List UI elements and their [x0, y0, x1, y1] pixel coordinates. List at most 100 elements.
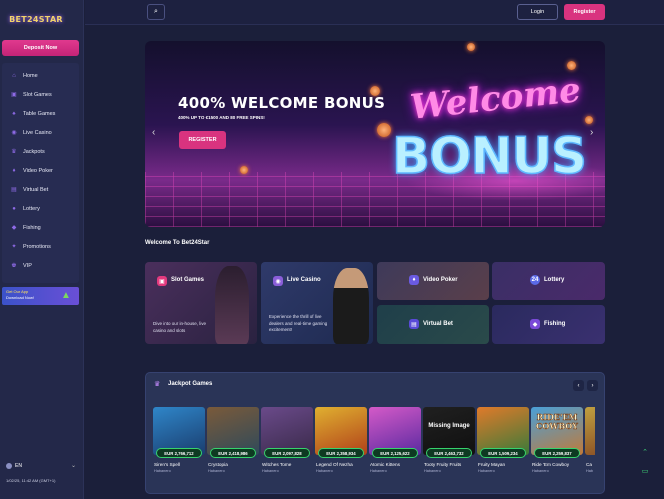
bonus-art-text: BONUS [391, 126, 588, 186]
dealer-art [333, 268, 369, 344]
coin-decoration [240, 166, 248, 174]
chevron-left-icon[interactable]: ‹ [573, 380, 584, 391]
sidebar-item-promotions[interactable]: ✦ Promotions [2, 237, 79, 256]
top-header: ⌕ Login Register [85, 0, 664, 25]
vip-icon: ♚ [11, 263, 17, 269]
hero-title: 400% WELCOME BONUS [178, 94, 386, 112]
language-selector[interactable]: EN ⌄ [6, 462, 76, 469]
chevron-right-icon[interactable]: › [587, 380, 598, 391]
jackpot-game-card[interactable]: EUR 2,125,622 Atomic Kittens Habanero [369, 407, 421, 487]
table-icon: ♠ [12, 110, 16, 117]
sidebar-item-label: Virtual Bet [23, 186, 49, 193]
coin-decoration [585, 116, 593, 124]
jackpot-amount-badge: EUR 2,358,934 [318, 448, 364, 458]
section-heading: Welcome To Bet24Star [145, 240, 210, 246]
jackpot-game-card[interactable]: EUR 2,766,712 Siren's Spell Habanero [153, 407, 205, 487]
game-provider: Habanero [262, 469, 279, 473]
game-name: Fruity Mayan [478, 462, 506, 467]
jackpot-amount-badge: EUR 2,463,732 [426, 448, 472, 458]
language-label: EN [15, 462, 22, 469]
sidebar-item-live-casino[interactable]: ◉ Live Casino [2, 123, 79, 142]
coin-decoration [467, 43, 475, 51]
sidebar-item-slot-games[interactable]: ▣ Slot Games [2, 85, 79, 104]
category-card-fishing[interactable]: ◆ Fishing [492, 305, 605, 344]
jackpot-title: Jackpot Games [168, 381, 213, 387]
sidebar-item-lottery[interactable]: ● Lottery [2, 199, 79, 218]
chevron-right-icon[interactable]: › [590, 127, 593, 138]
hero-subtitle: 400% UP TO €1500 AND 80 FREE SPINS! [178, 115, 265, 120]
jackpot-icon: ♛ [11, 149, 17, 155]
chat-icon[interactable]: ▭ [640, 466, 650, 476]
jackpot-game-card[interactable]: EUR 2,097,828 Witches Tome Habanero [261, 407, 313, 487]
jackpot-game-card[interactable]: EUR 1,509,234 Fruity Mayan Habanero [477, 407, 529, 487]
globe-icon [6, 462, 12, 469]
sidebar-item-label: Table Games [23, 110, 56, 117]
sidebar: BET24STAR Deposit Now ⌂ Home ▣ Slot Games … [0, 0, 84, 499]
chevron-up-icon[interactable]: ⌃ [640, 447, 650, 457]
poker-icon: ♦ [12, 167, 16, 174]
chevron-left-icon[interactable]: ‹ [152, 127, 155, 138]
jackpot-amount-badge: EUR 2,097,828 [264, 448, 310, 458]
register-button[interactable]: Register [564, 4, 605, 20]
android-icon: ▲ [61, 290, 71, 301]
lottery-icon: ● [12, 205, 16, 212]
jackpot-game-card[interactable]: EUR 2,358,934 Legend Of Nezha Habanero [315, 407, 367, 487]
chevron-down-icon: ⌄ [70, 463, 76, 469]
category-card-live-casino[interactable]: ◉ Live Casino Experience the thrill of l… [261, 262, 373, 344]
sidebar-item-home[interactable]: ⌂ Home [2, 66, 79, 85]
slot-icon: ▣ [11, 92, 17, 98]
game-name: Witches Tome [262, 462, 292, 467]
brand-logo[interactable]: BET24STAR [4, 6, 68, 32]
game-provider: Habanero [154, 469, 171, 473]
character-art [215, 266, 249, 344]
app-download-banner[interactable]: Get Our App Download Now! ▲ [2, 287, 79, 305]
hero-banner[interactable]: Welcome BONUS 400% WELCOME BONUS 400% UP… [145, 41, 605, 227]
category-card-virtual-bet[interactable]: ▤ Virtual Bet [377, 305, 489, 344]
category-card-video-poker[interactable]: ♦ Video Poker [377, 262, 489, 300]
login-button[interactable]: Login [517, 4, 558, 20]
search-icon: ⌕ [154, 8, 158, 15]
card-label: Video Poker [423, 277, 458, 283]
jackpot-game-card[interactable]: Missing Image EUR 2,463,732 Tooty Fruity F… [423, 407, 475, 487]
jackpot-amount-badge: EUR 1,509,234 [480, 448, 526, 458]
game-provider: Hab [586, 469, 593, 473]
sidebar-item-label: Fishing [23, 224, 41, 231]
welcome-art-text: Welcome [408, 70, 583, 128]
jackpot-game-card[interactable]: Ca Hab [585, 407, 595, 487]
sidebar-item-label: Home [23, 72, 38, 79]
sidebar-item-label: Video Poker [23, 167, 53, 174]
sidebar-item-video-poker[interactable]: ♦ Video Poker [2, 161, 79, 180]
live-icon: ◉ [11, 130, 17, 136]
search-button[interactable]: ⌕ [147, 4, 165, 20]
jackpot-section: ♛ Jackpot Games ‹ › EUR 2,766,712 Siren's… [145, 372, 605, 494]
sidebar-item-jackpots[interactable]: ♛ Jackpots [2, 142, 79, 161]
sidebar-item-label: Lottery [23, 205, 40, 212]
poker-icon: ♦ [409, 275, 419, 285]
game-name: Atomic Kittens [370, 462, 400, 467]
category-card-lottery[interactable]: 24 Lottery [492, 262, 605, 300]
deposit-button[interactable]: Deposit Now [2, 40, 79, 56]
jackpot-game-card[interactable]: RIDE'EM COWBOY EUR 2,259,837 Ride 'Em Cowb… [531, 407, 583, 487]
game-provider: Habanero [316, 469, 333, 473]
game-name: Crystopia [208, 462, 228, 467]
hero-register-button[interactable]: REGISTER [179, 131, 226, 149]
coin-decoration [567, 61, 576, 70]
sidebar-item-virtual-bet[interactable]: ▤ Virtual Bet [2, 180, 79, 199]
game-provider: Habanero [478, 469, 495, 473]
sidebar-item-vip[interactable]: ♚ VIP [2, 256, 79, 275]
sidebar-item-label: Live Casino [23, 129, 52, 136]
coin-decoration [377, 123, 391, 137]
category-card-slot-games[interactable]: ▣ Slot Games Dive into our in-house, liv… [145, 262, 257, 344]
card-description: Dive into our in-house, live casino and … [153, 321, 207, 333]
card-description: Experience the thrill of live dealers an… [269, 314, 328, 332]
jackpot-game-card[interactable]: EUR 2,418,986 Crystopia Habanero [207, 407, 259, 487]
datetime: 1/02/25, 11:42 AM (GMT+1) [6, 478, 56, 483]
game-name: Ca [586, 462, 592, 467]
card-label: Virtual Bet [423, 321, 453, 327]
game-name: Tooty Fruity Fruits [424, 462, 462, 467]
sidebar-item-table-games[interactable]: ♠ Table Games [2, 104, 79, 123]
sidebar-item-fishing[interactable]: ◆ Fishing [2, 218, 79, 237]
game-name: Ride 'Em Cowboy [532, 462, 570, 467]
card-label: Live Casino [287, 277, 321, 283]
card-label: Slot Games [171, 277, 205, 283]
